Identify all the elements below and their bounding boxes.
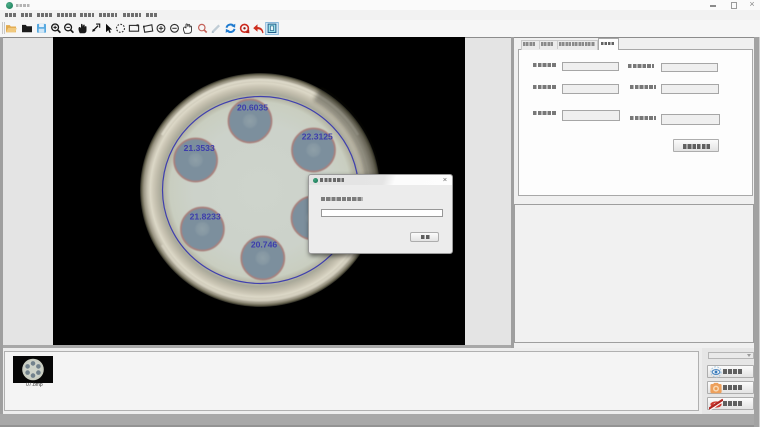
svg-text:20.746: 20.746 — [251, 240, 278, 250]
svg-text:21.3533: 21.3533 — [184, 143, 215, 153]
svg-text:21.8233: 21.8233 — [190, 212, 221, 222]
svg-text:22.3125: 22.3125 — [302, 132, 333, 142]
svg-text:20.6035: 20.6035 — [237, 103, 268, 113]
